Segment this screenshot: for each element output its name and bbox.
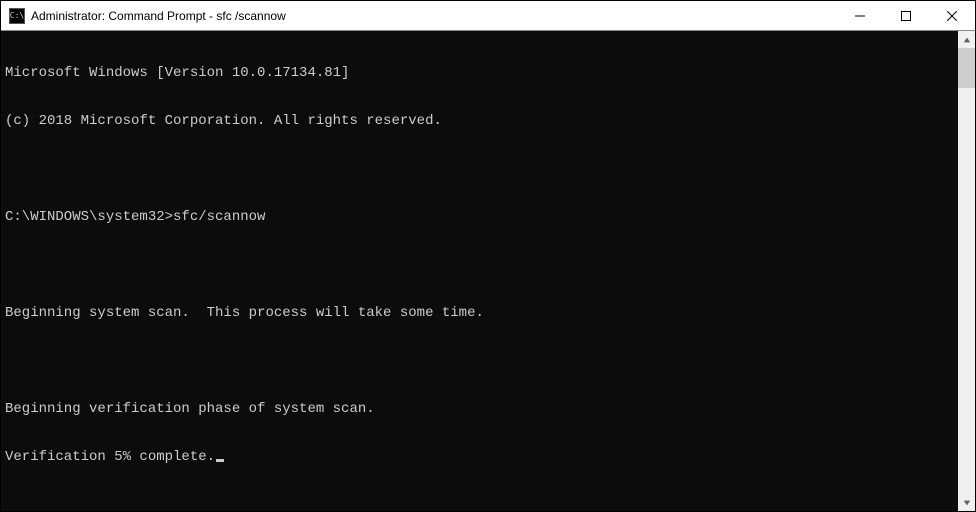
output-line: C:\WINDOWS\system32>sfc/scannow (5, 209, 954, 225)
maximize-button[interactable] (883, 1, 929, 30)
vertical-scrollbar[interactable] (958, 31, 975, 511)
output-line: (c) 2018 Microsoft Corporation. All righ… (5, 113, 954, 129)
output-line: Beginning system scan. This process will… (5, 305, 954, 321)
output-line: Microsoft Windows [Version 10.0.17134.81… (5, 65, 954, 81)
titlebar[interactable]: C:\ Administrator: Command Prompt - sfc … (1, 1, 975, 31)
minimize-icon (855, 11, 865, 21)
output-line: Beginning verification phase of system s… (5, 401, 954, 417)
scroll-track[interactable] (958, 48, 975, 494)
window-controls (837, 1, 975, 30)
window-title: Administrator: Command Prompt - sfc /sca… (31, 9, 837, 23)
terminal-output[interactable]: Microsoft Windows [Version 10.0.17134.81… (1, 31, 958, 511)
command-prompt-icon-text: C:\ (10, 12, 24, 20)
minimize-button[interactable] (837, 1, 883, 30)
client-area: Microsoft Windows [Version 10.0.17134.81… (1, 31, 975, 511)
scroll-up-button[interactable] (958, 31, 975, 48)
output-line (5, 161, 954, 177)
maximize-icon (901, 11, 911, 21)
chevron-down-icon (963, 499, 971, 507)
cursor (216, 459, 224, 462)
command-prompt-icon: C:\ (9, 8, 25, 24)
output-line (5, 353, 954, 369)
scroll-down-button[interactable] (958, 494, 975, 511)
close-button[interactable] (929, 1, 975, 30)
chevron-up-icon (963, 36, 971, 44)
output-line: Verification 5% complete. (5, 449, 954, 465)
scroll-thumb[interactable] (958, 48, 975, 88)
command-prompt-window: C:\ Administrator: Command Prompt - sfc … (0, 0, 976, 512)
close-icon (947, 11, 957, 21)
output-text: Verification 5% complete. (5, 449, 215, 465)
output-line (5, 257, 954, 273)
